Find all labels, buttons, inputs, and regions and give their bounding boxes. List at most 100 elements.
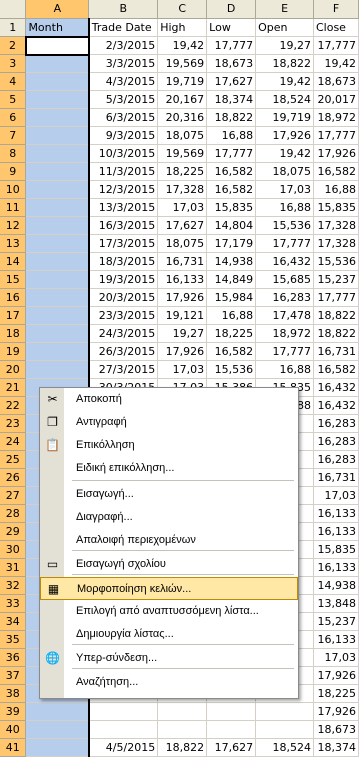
menu-item-2[interactable]: ❐ Αντιγραφή <box>40 411 298 434</box>
month-cell[interactable] <box>25 360 90 379</box>
open-cell[interactable]: 16,283 <box>255 288 314 307</box>
high-cell[interactable]: 19,42 <box>157 36 208 55</box>
month-cell[interactable] <box>25 252 90 271</box>
menu-item-4[interactable]: Ειδική επικόλληση... <box>40 457 298 480</box>
trade-date-cell[interactable]: 11/3/2015 <box>88 162 159 181</box>
column-header-d[interactable]: D <box>206 0 257 19</box>
open-cell[interactable]: 16,432 <box>255 252 314 271</box>
open-cell[interactable]: 16,88 <box>255 360 314 379</box>
close-cell[interactable]: 13,848 <box>313 594 359 613</box>
open-cell[interactable]: 16,88 <box>255 198 314 217</box>
open-cell[interactable]: 18,524 <box>255 738 314 757</box>
row-header[interactable]: 26 <box>0 468 27 487</box>
row-header[interactable]: 13 <box>0 234 27 253</box>
open-cell[interactable]: 17,478 <box>255 306 314 325</box>
close-cell[interactable]: 16,133 <box>313 504 359 523</box>
month-cell[interactable] <box>25 342 90 361</box>
trade-date-cell[interactable]: 5/3/2015 <box>88 90 159 109</box>
close-cell[interactable]: 16,283 <box>313 432 359 451</box>
trade-date-cell[interactable]: 20/3/2015 <box>88 288 159 307</box>
low-cell[interactable]: 16,582 <box>206 180 257 199</box>
close-cell[interactable]: 16,432 <box>313 378 359 397</box>
column-header-b[interactable]: B <box>88 0 159 19</box>
close-cell[interactable]: 16,731 <box>313 342 359 361</box>
row-header[interactable]: 5 <box>0 90 27 109</box>
month-cell[interactable] <box>25 702 90 721</box>
row-header[interactable]: 33 <box>0 594 27 613</box>
close-cell[interactable]: 17,03 <box>313 648 359 667</box>
header-cell-date[interactable]: Trade Date <box>88 18 159 37</box>
trade-date-cell[interactable]: 4/5/2015 <box>88 738 159 757</box>
close-cell[interactable]: 18,673 <box>313 720 359 739</box>
menu-item-10[interactable]: Επιλογή από αναπτυσσόμενη λίστα... <box>40 600 298 623</box>
month-cell[interactable] <box>25 180 90 199</box>
row-header[interactable]: 40 <box>0 720 27 739</box>
open-cell[interactable]: 17,03 <box>255 180 314 199</box>
open-cell[interactable]: 17,777 <box>255 342 314 361</box>
open-cell[interactable]: 19,27 <box>255 36 314 55</box>
close-cell[interactable]: 14,938 <box>313 576 359 595</box>
active-cell[interactable] <box>24 35 90 56</box>
row-header[interactable]: 27 <box>0 486 27 505</box>
header-cell-high[interactable]: High <box>157 18 208 37</box>
close-cell[interactable]: 16,582 <box>313 162 359 181</box>
high-cell[interactable]: 17,627 <box>157 216 208 235</box>
month-cell[interactable] <box>25 738 90 757</box>
close-cell[interactable]: 18,822 <box>313 306 359 325</box>
close-cell[interactable]: 16,582 <box>313 360 359 379</box>
row-header[interactable]: 15 <box>0 270 27 289</box>
trade-date-cell[interactable]: 4/3/2015 <box>88 72 159 91</box>
high-cell[interactable]: 16,731 <box>157 252 208 271</box>
row-header[interactable]: 24 <box>0 432 27 451</box>
row-header[interactable]: 3 <box>0 54 27 73</box>
close-cell[interactable]: 19,42 <box>313 54 359 73</box>
menu-item-11[interactable]: Δημιουργία λίστας... <box>40 623 298 646</box>
close-cell[interactable]: 17,926 <box>313 666 359 685</box>
open-cell[interactable]: 17,777 <box>255 234 314 253</box>
close-cell[interactable]: 15,835 <box>313 198 359 217</box>
high-cell[interactable]: 17,926 <box>157 288 208 307</box>
close-cell[interactable]: 16,731 <box>313 468 359 487</box>
row-header[interactable]: 29 <box>0 522 27 541</box>
close-cell[interactable]: 16,283 <box>313 450 359 469</box>
row-header[interactable]: 18 <box>0 324 27 343</box>
close-cell[interactable]: 17,328 <box>313 234 359 253</box>
header-cell-month[interactable]: Month <box>25 18 90 37</box>
row-header[interactable]: 14 <box>0 252 27 271</box>
trade-date-cell[interactable] <box>88 702 159 721</box>
month-cell[interactable] <box>25 108 90 127</box>
row-header[interactable]: 28 <box>0 504 27 523</box>
trade-date-cell[interactable]: 27/3/2015 <box>88 360 159 379</box>
high-cell[interactable]: 18,075 <box>157 234 208 253</box>
low-cell[interactable]: 15,984 <box>206 288 257 307</box>
low-cell[interactable]: 18,822 <box>206 108 257 127</box>
high-cell[interactable]: 19,27 <box>157 324 208 343</box>
close-cell[interactable]: 20,017 <box>313 90 359 109</box>
open-cell[interactable]: 19,719 <box>255 108 314 127</box>
low-cell[interactable]: 17,777 <box>206 144 257 163</box>
open-cell[interactable]: 19,42 <box>255 144 314 163</box>
close-cell[interactable]: 17,926 <box>313 702 359 721</box>
high-cell[interactable]: 19,569 <box>157 54 208 73</box>
row-header[interactable]: 10 <box>0 180 27 199</box>
low-cell[interactable]: 16,88 <box>206 306 257 325</box>
row-header[interactable]: 38 <box>0 684 27 703</box>
high-cell[interactable] <box>157 720 208 739</box>
row-header[interactable]: 31 <box>0 558 27 577</box>
trade-date-cell[interactable]: 16/3/2015 <box>88 216 159 235</box>
row-header[interactable]: 25 <box>0 450 27 469</box>
close-cell[interactable]: 15,835 <box>313 540 359 559</box>
low-cell[interactable]: 18,374 <box>206 90 257 109</box>
high-cell[interactable]: 19,569 <box>157 144 208 163</box>
header-cell-low[interactable]: Low <box>206 18 257 37</box>
close-cell[interactable]: 17,777 <box>313 126 359 145</box>
month-cell[interactable] <box>25 198 90 217</box>
close-cell[interactable]: 15,237 <box>313 270 359 289</box>
trade-date-cell[interactable]: 17/3/2015 <box>88 234 159 253</box>
row-header[interactable]: 9 <box>0 162 27 181</box>
low-cell[interactable]: 14,804 <box>206 216 257 235</box>
trade-date-cell[interactable]: 3/3/2015 <box>88 54 159 73</box>
open-cell[interactable] <box>255 702 314 721</box>
menu-item-9[interactable]: ▦ Μορφοποίηση κελιών... <box>40 577 298 600</box>
low-cell[interactable]: 14,938 <box>206 252 257 271</box>
